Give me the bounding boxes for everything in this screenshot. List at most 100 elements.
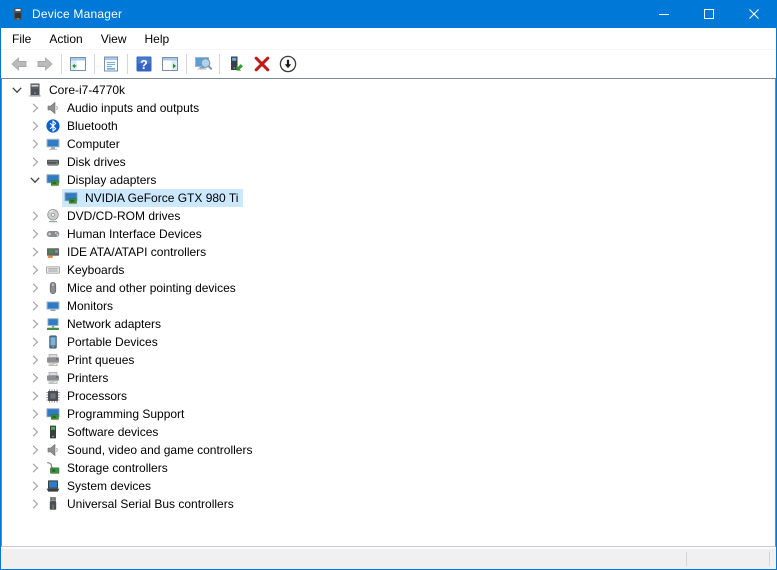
chevron-collapsed-icon[interactable] [26, 244, 44, 260]
chevron-collapsed-icon[interactable] [26, 496, 44, 512]
chevron-collapsed-icon[interactable] [26, 424, 44, 440]
chevron-collapsed-icon[interactable] [26, 478, 44, 494]
processor-icon [45, 388, 61, 404]
disable-device-button[interactable] [275, 52, 301, 76]
tree-item-label: Storage controllers [67, 461, 168, 475]
chevron-expanded-icon[interactable] [8, 82, 26, 98]
tree-item-label: NVIDIA GeForce GTX 980 Ti [85, 191, 239, 205]
scan-for-hardware-changes-button[interactable] [190, 52, 216, 76]
tree-item-content: IDE ATA/ATAPI controllers [44, 243, 211, 261]
menu-view[interactable]: View [92, 29, 136, 49]
chevron-collapsed-icon[interactable] [26, 298, 44, 314]
tree-item-core-i7-4770k[interactable]: Core-i7-4770k [2, 81, 775, 99]
tree-item-system-devices[interactable]: System devices [2, 477, 775, 495]
tree-item-label: Computer [67, 137, 120, 151]
chevron-collapsed-icon[interactable] [26, 370, 44, 386]
tree-item-storage-controllers[interactable]: Storage controllers [2, 459, 775, 477]
tree-item-sound-video-and-game-controllers[interactable]: Sound, video and game controllers [2, 441, 775, 459]
tree-item-content: Computer [44, 135, 125, 153]
status-bar [1, 547, 776, 569]
chevron-collapsed-icon[interactable] [26, 100, 44, 116]
chevron-collapsed-icon[interactable] [26, 460, 44, 476]
tree-item-label: Mice and other pointing devices [67, 281, 236, 295]
chevron-collapsed-icon[interactable] [26, 406, 44, 422]
chevron-collapsed-icon[interactable] [26, 280, 44, 296]
tree-item-universal-serial-bus-controllers[interactable]: Universal Serial Bus controllers [2, 495, 775, 513]
tree-item-content: Display adapters [44, 171, 161, 189]
minimize-button[interactable] [641, 0, 686, 28]
show-action-pane-button[interactable] [157, 52, 183, 76]
maximize-button[interactable] [686, 0, 731, 28]
tree-item-label: Network adapters [67, 317, 162, 331]
menu-file[interactable]: File [3, 29, 40, 49]
tree-item-content: Mice and other pointing devices [44, 279, 241, 297]
update-driver-icon [226, 54, 246, 74]
computer-tower-icon [27, 82, 43, 98]
tree-item-nvidia-geforce-gtx-980-ti[interactable]: NVIDIA GeForce GTX 980 Ti [2, 189, 775, 207]
status-separator [686, 552, 687, 566]
tree-item-content: Printers [44, 369, 113, 387]
tree-item-software-devices[interactable]: Software devices [2, 423, 775, 441]
forward-button[interactable] [32, 52, 58, 76]
back-button[interactable] [6, 52, 32, 76]
properties-button[interactable] [98, 52, 124, 76]
chevron-expanded-icon[interactable] [26, 172, 44, 188]
chevron-collapsed-icon[interactable] [26, 442, 44, 458]
chevron-collapsed-icon[interactable] [26, 316, 44, 332]
display-adapter-icon [45, 406, 61, 422]
tree-item-mice-and-other-pointing-devices[interactable]: Mice and other pointing devices [2, 279, 775, 297]
tree-item-label: Core-i7-4770k [49, 83, 126, 97]
tree-item-label: Software devices [67, 425, 159, 439]
tree-item-audio-inputs-and-outputs[interactable]: Audio inputs and outputs [2, 99, 775, 117]
tree-item-portable-devices[interactable]: Portable Devices [2, 333, 775, 351]
tree-item-programming-support[interactable]: Programming Support [2, 405, 775, 423]
tree-item-monitors[interactable]: Monitors [2, 297, 775, 315]
chevron-collapsed-icon[interactable] [26, 262, 44, 278]
update-driver-button[interactable] [223, 52, 249, 76]
tree-item-keyboards[interactable]: Keyboards [2, 261, 775, 279]
tree-item-label: DVD/CD-ROM drives [67, 209, 181, 223]
bluetooth-icon [45, 118, 61, 134]
tree-item-label: IDE ATA/ATAPI controllers [67, 245, 207, 259]
tree-item-label: Portable Devices [67, 335, 158, 349]
tree-item-label: Display adapters [67, 173, 157, 187]
close-button[interactable] [731, 0, 776, 28]
display-adapter-icon [63, 190, 79, 206]
menu-action[interactable]: Action [40, 29, 91, 49]
chevron-collapsed-icon[interactable] [26, 208, 44, 224]
tree-item-disk-drives[interactable]: Disk drives [2, 153, 775, 171]
tree-item-dvd-cd-rom-drives[interactable]: DVD/CD-ROM drives [2, 207, 775, 225]
ide-controller-icon [45, 244, 61, 260]
tree-item-printers[interactable]: Printers [2, 369, 775, 387]
uninstall-device-button[interactable] [249, 52, 275, 76]
chevron-collapsed-icon[interactable] [26, 352, 44, 368]
tree-item-label: Programming Support [67, 407, 185, 421]
chevron-collapsed-icon[interactable] [26, 118, 44, 134]
tree-item-content: Bluetooth [44, 117, 123, 135]
tree-item-network-adapters[interactable]: Network adapters [2, 315, 775, 333]
chevron-collapsed-icon[interactable] [26, 136, 44, 152]
tree-item-human-interface-devices[interactable]: Human Interface Devices [2, 225, 775, 243]
show-console-tree-button[interactable] [65, 52, 91, 76]
tree-item-computer[interactable]: Computer [2, 135, 775, 153]
chevron-collapsed-icon[interactable] [26, 334, 44, 350]
toolbar-separator [219, 54, 220, 74]
help-button[interactable]: ? [131, 52, 157, 76]
menu-help[interactable]: Help [136, 29, 179, 49]
tree-item-content: DVD/CD-ROM drives [44, 207, 185, 225]
tree-item-content: Universal Serial Bus controllers [44, 495, 239, 513]
storage-controller-icon [45, 460, 61, 476]
tree-item-content: Audio inputs and outputs [44, 99, 204, 117]
tree-item-processors[interactable]: Processors [2, 387, 775, 405]
portable-device-icon [45, 334, 61, 350]
chevron-collapsed-icon[interactable] [26, 154, 44, 170]
chevron-collapsed-icon[interactable] [26, 388, 44, 404]
tree-item-label: Printers [67, 371, 109, 385]
tree-item-bluetooth[interactable]: Bluetooth [2, 117, 775, 135]
tree-item-print-queues[interactable]: Print queues [2, 351, 775, 369]
chevron-collapsed-icon[interactable] [26, 226, 44, 242]
tree-item-content: NVIDIA GeForce GTX 980 Ti [62, 189, 244, 207]
tree-item-content: Network adapters [44, 315, 166, 333]
tree-item-display-adapters[interactable]: Display adapters [2, 171, 775, 189]
tree-item-ide-ata-atapi-controllers[interactable]: IDE ATA/ATAPI controllers [2, 243, 775, 261]
